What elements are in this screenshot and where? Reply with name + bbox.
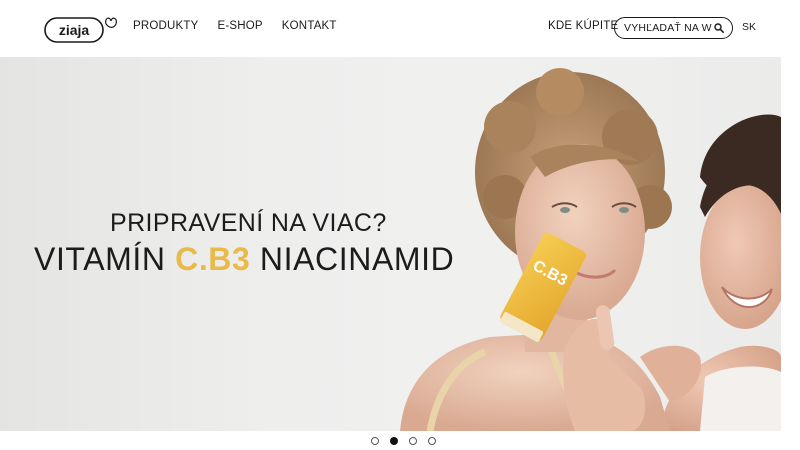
site-header: ziaja PRODUKTY E-SHOP KONTAKT KDE KÚPITE… xyxy=(0,0,800,57)
hero-title: VITAMÍN C.B3 NIACINAMID xyxy=(34,241,454,278)
carousel-dot[interactable] xyxy=(390,437,398,445)
search-icon[interactable] xyxy=(714,23,724,33)
carousel-dots xyxy=(371,437,447,445)
hero-banner[interactable]: C.B3 PRIPRAVENÍ NA VIAC? VITAMÍN C.B3 NI… xyxy=(0,57,781,431)
hero-title-prefix: VITAMÍN xyxy=(34,241,176,277)
hero-subtitle: PRIPRAVENÍ NA VIAC? xyxy=(110,209,387,237)
search-box[interactable] xyxy=(614,17,733,39)
svg-text:ziaja: ziaja xyxy=(59,22,90,38)
carousel-dot[interactable] xyxy=(409,437,417,445)
language-switcher[interactable]: SK xyxy=(742,21,756,33)
ziaja-logo[interactable]: ziaja xyxy=(44,14,118,44)
main-nav: PRODUKTY E-SHOP KONTAKT xyxy=(133,20,356,32)
nav-item-produkty[interactable]: PRODUKTY xyxy=(133,20,199,32)
where-to-buy-link[interactable]: KDE KÚPITE xyxy=(548,20,618,32)
search-input[interactable] xyxy=(624,22,712,34)
carousel-dot[interactable] xyxy=(428,437,436,445)
nav-item-kontakt[interactable]: KONTAKT xyxy=(282,20,337,32)
carousel-dot[interactable] xyxy=(371,437,379,445)
nav-item-e-shop[interactable]: E-SHOP xyxy=(218,20,263,32)
hero-text: PRIPRAVENÍ NA VIAC? VITAMÍN C.B3 NIACINA… xyxy=(0,57,781,431)
hero-title-accent: C.B3 xyxy=(175,241,251,277)
hero-title-suffix: NIACINAMID xyxy=(250,241,455,277)
page-gutter xyxy=(781,57,800,431)
